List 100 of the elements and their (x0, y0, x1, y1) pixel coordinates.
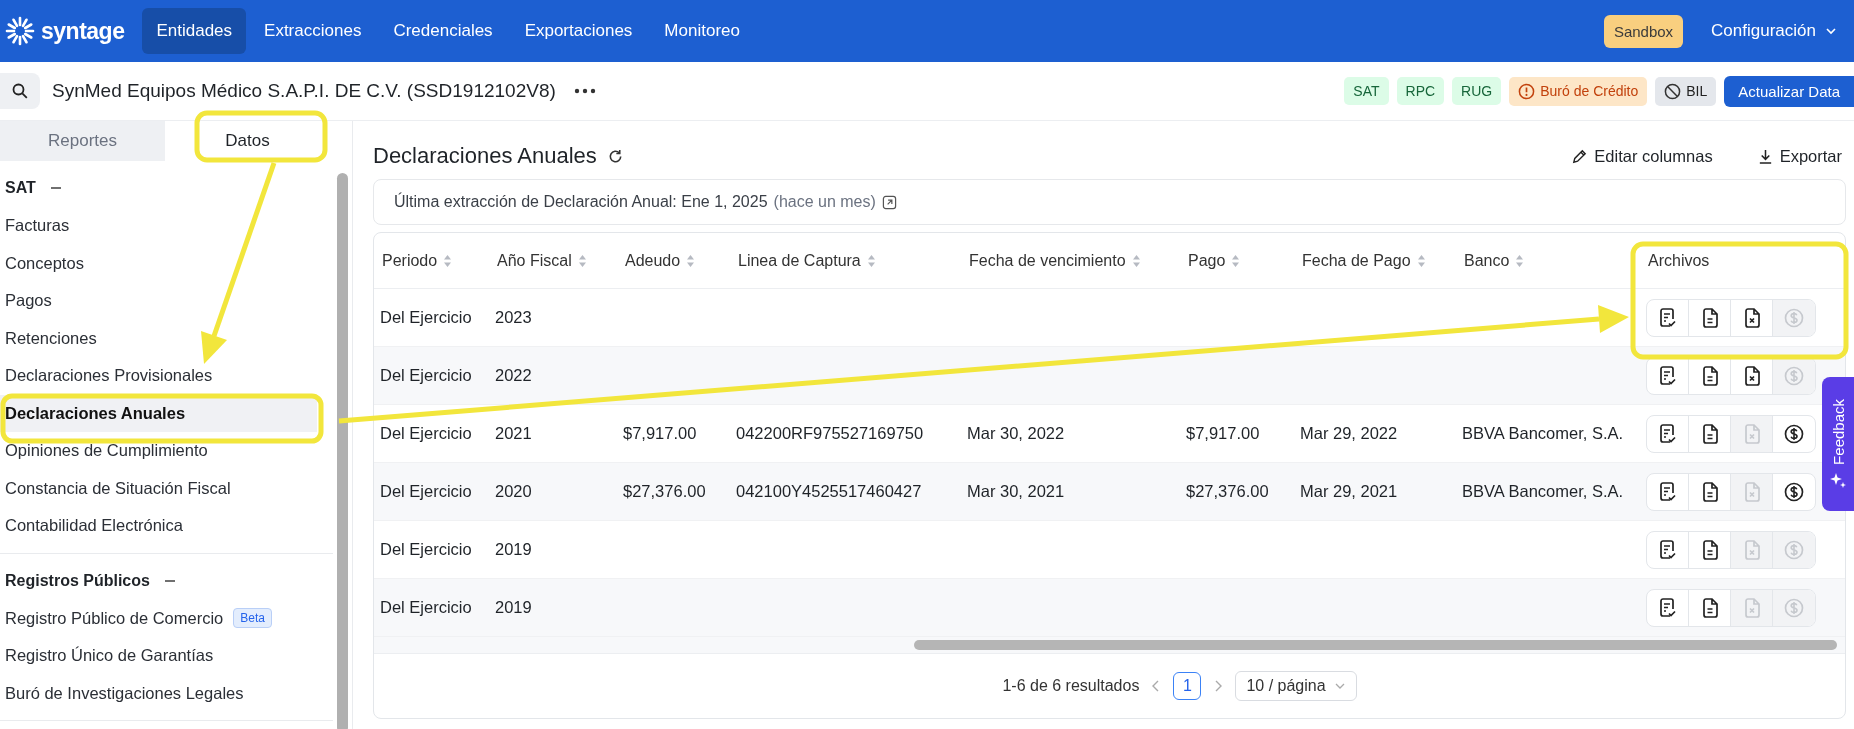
edit-columns-button[interactable]: Editar columnas (1571, 146, 1713, 166)
badge-label: SAT (1353, 83, 1380, 99)
table-cell: Mar 30, 2021 (967, 482, 1065, 501)
entity-name: SynMed Equipos Médico S.A.P.I. DE C.V. (SSD1912102V8) (52, 80, 556, 102)
last-extraction-text: Última extracción de Declaración Anual: Ene 1, 2025 (394, 193, 768, 211)
receipt-check-icon (1658, 423, 1677, 444)
table-cell: $27,376.00 (623, 482, 706, 501)
table-cell: 2020 (495, 482, 532, 501)
nav-tab[interactable]: Extracciones (250, 8, 376, 54)
feedback-tab[interactable]: Feedback (1822, 377, 1854, 511)
dollar-circle-icon (1784, 423, 1804, 444)
dollar-circle-icon (1784, 365, 1804, 386)
dollar-circle-icon (1784, 307, 1804, 328)
scrollbar[interactable] (914, 640, 1837, 650)
table-cell: $7,917.00 (623, 424, 697, 443)
sidebar-item-label: Retenciones (5, 328, 97, 348)
settings-menu[interactable]: Configuración (1711, 21, 1838, 41)
table-cell: Mar 29, 2021 (1300, 482, 1398, 501)
nav-tab[interactable]: Entidades (142, 8, 247, 54)
beta-badge: Beta (233, 608, 272, 629)
column-header: Linea de Captura (738, 251, 861, 270)
document-icon (1701, 597, 1718, 618)
column-header: Adeudo (625, 251, 681, 270)
document-icon (1701, 307, 1718, 328)
receipt-check-icon (1658, 539, 1677, 560)
relative-time: (hace un mes) (773, 193, 876, 211)
sidebar-item[interactable]: Retenciones (0, 319, 317, 357)
sidebar-item-label: Opiniones de Cumplimiento (5, 441, 208, 461)
sidebar-item[interactable]: Facturas (0, 207, 317, 245)
dollar-circle-icon (1784, 597, 1804, 618)
table-cell: Del Ejercicio (380, 598, 472, 617)
sidebar-item-label: Constancia de Situación Fiscal (5, 478, 231, 498)
document-icon (1701, 365, 1718, 386)
column-header: Pago (1188, 251, 1226, 270)
receipt-check-icon (1658, 481, 1677, 502)
column-header: Año Fiscal (497, 251, 572, 270)
search-icon (11, 82, 29, 100)
scrollbar[interactable] (337, 173, 348, 729)
nav-tab[interactable]: Credenciales (379, 8, 507, 54)
nav-tab[interactable]: Exportaciones (510, 8, 647, 54)
sidebar-item[interactable]: Pagos (0, 282, 317, 320)
blocked-icon (1664, 82, 1682, 100)
sidebar-item[interactable]: Opiniones de Cumplimiento (0, 432, 317, 470)
file-x-icon (1743, 539, 1760, 560)
section-heading: Registros Públicos (5, 571, 150, 590)
page-button[interactable]: 1 (1173, 672, 1202, 700)
external-link-icon[interactable] (881, 194, 897, 210)
table-cell: 042100Y4525517460427 (736, 482, 922, 501)
column-header: Fecha de Pago (1302, 251, 1411, 270)
receipt-check-icon (1658, 365, 1677, 386)
page-size-select[interactable]: 10 / página (1235, 671, 1357, 701)
badge-label: Buró de Crédito (1540, 83, 1639, 99)
table-cell: BBVA Bancomer, S.A. (1462, 424, 1624, 443)
sidebar-item-label: Registro Público de Comercio (5, 608, 224, 628)
sidebar-item[interactable]: Declaraciones Provisionales (0, 357, 317, 395)
page-title: Declaraciones Anuales (373, 143, 597, 169)
sidebar-item[interactable]: Contabilidad Electrónica (0, 507, 317, 545)
export-button[interactable]: Exportar (1756, 146, 1842, 166)
file-x-icon (1743, 307, 1760, 328)
sidebar-item[interactable]: Constancia de Situación Fiscal (0, 469, 317, 507)
sidebar-tab[interactable]: Reportes (0, 121, 165, 161)
table-cell: 2023 (495, 308, 532, 327)
table-cell: Mar 29, 2022 (1300, 424, 1398, 443)
table-cell: BBVA Bancomer, S.A. (1462, 482, 1624, 501)
nav-tab[interactable]: Monitoreo (650, 8, 754, 54)
table-cell: Mar 30, 2022 (967, 424, 1065, 443)
sidebar-item-label: Declaraciones Provisionales (5, 366, 213, 386)
dollar-circle-icon (1784, 539, 1804, 560)
sidebar-item[interactable]: Conceptos (0, 244, 317, 282)
file-x-icon (1743, 481, 1760, 502)
table-cell: Del Ejercicio (380, 308, 472, 327)
update-data-button[interactable]: Actualizar Data (1724, 75, 1854, 107)
sidebar-item[interactable]: Registro Único de Garantías (0, 637, 317, 675)
sidebar-item-label: Facturas (5, 216, 70, 236)
column-header: Fecha de vencimiento (969, 251, 1126, 270)
warning-icon (1518, 82, 1536, 100)
sidebar-item-label: Declaraciones Anuales (5, 403, 186, 423)
table-cell: 2022 (495, 366, 532, 385)
table-cell: $7,917.00 (1186, 424, 1260, 443)
sidebar-item[interactable]: Registro Público de Comercio Beta (0, 599, 317, 637)
document-icon (1701, 481, 1718, 502)
table-cell: 042200RF975527169750 (736, 424, 924, 443)
sidebar-item-label: Contabilidad Electrónica (5, 516, 183, 536)
more-options-icon[interactable] (573, 88, 596, 94)
document-icon (1701, 423, 1718, 444)
document-icon (1701, 539, 1718, 560)
table-cell: $27,376.00 (1186, 482, 1269, 501)
table-cell: Del Ejercicio (380, 482, 472, 501)
logo-wordmark[interactable]: syntage (41, 17, 125, 45)
file-x-icon (1743, 597, 1760, 618)
section-heading: SAT (5, 179, 36, 197)
column-header: Banco (1464, 251, 1510, 270)
column-header: Archivos (1648, 251, 1710, 270)
sidebar-item-label: Registro Único de Garantías (5, 646, 214, 666)
sidebar-item[interactable]: Buró de Investigaciones Legales (0, 674, 317, 712)
sidebar-item-label: Pagos (5, 291, 52, 311)
logo-icon (5, 16, 35, 46)
file-x-icon (1743, 365, 1760, 386)
search-button[interactable] (0, 73, 40, 109)
badge-label: RUG (1461, 83, 1493, 99)
